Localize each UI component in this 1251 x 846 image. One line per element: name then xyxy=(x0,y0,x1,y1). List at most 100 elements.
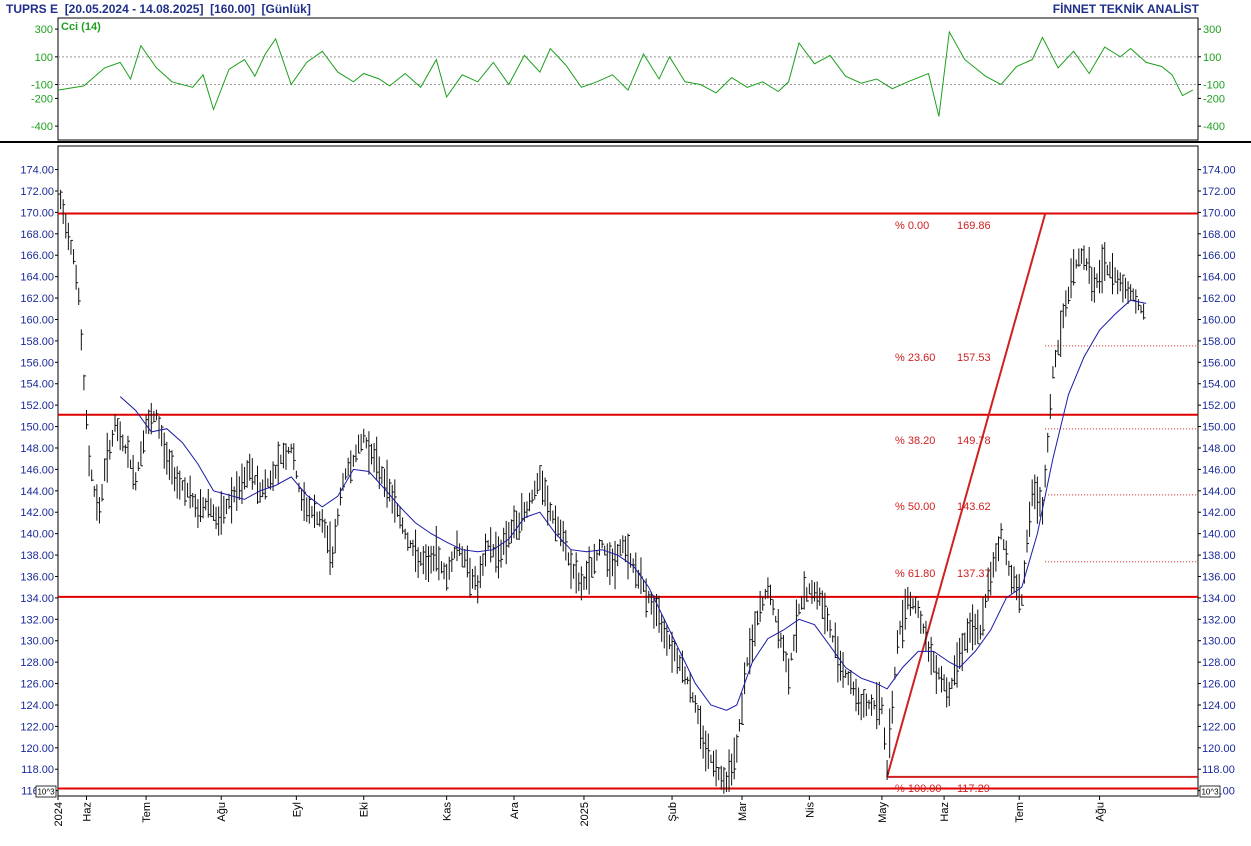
price-tick-left: 126.00 xyxy=(20,679,54,691)
fib-level-value: 157.53 xyxy=(957,352,991,364)
indicator-label: Cci (14) xyxy=(61,21,101,33)
fib-trend-line xyxy=(886,213,1047,778)
x-tick-label: Eyl xyxy=(291,802,303,817)
price-tick-left: 138.00 xyxy=(20,550,54,562)
indicator-tick-right: 100 xyxy=(1203,52,1221,64)
unit-label: 10^3 xyxy=(37,788,55,797)
price-tick-left: 160.00 xyxy=(20,314,54,326)
price-tick-right: 154.00 xyxy=(1202,379,1236,391)
x-tick-label: Mar xyxy=(737,802,749,821)
price-tick-left: 168.00 xyxy=(20,229,54,241)
fib-level-pct: % 23.60 xyxy=(895,352,935,364)
price-tick-left: 150.00 xyxy=(20,422,54,434)
price-tick-left: 146.00 xyxy=(20,464,54,476)
x-tick-label: Ağu xyxy=(216,802,228,822)
indicator-tick-left: -200 xyxy=(31,93,53,105)
price-tick-right: 156.00 xyxy=(1202,357,1236,369)
x-tick-label: May xyxy=(877,802,889,823)
indicator-tick-right: 300 xyxy=(1203,24,1221,36)
price-tick-left: 130.00 xyxy=(20,636,54,648)
price-frame xyxy=(57,145,1199,797)
indicator-tick-left: 100 xyxy=(35,52,53,64)
fib-level-pct: % 100.00 xyxy=(895,783,941,795)
x-tick-label: 2024 xyxy=(53,802,65,826)
price-tick-left: 166.00 xyxy=(20,250,54,262)
x-tick-label: Şub xyxy=(667,802,679,822)
price-tick-right: 122.00 xyxy=(1202,721,1236,733)
price-tick-right: 174.00 xyxy=(1202,165,1236,177)
fib-level-pct: % 0.00 xyxy=(895,220,929,232)
price-tick-left: 118.00 xyxy=(21,764,54,776)
x-tick-label: Haz xyxy=(939,802,951,822)
price-tick-right: 142.00 xyxy=(1202,507,1236,519)
price-tick-right: 144.00 xyxy=(1202,486,1236,498)
date-range-label: [20.05.2024 - 14.08.2025] xyxy=(64,2,204,16)
indicator-frame xyxy=(57,17,1199,141)
price-tick-left: 158.00 xyxy=(20,336,54,348)
price-tick-right: 146.00 xyxy=(1202,464,1236,476)
price-tick-left: 154.00 xyxy=(20,379,54,391)
price-tick-right: 164.00 xyxy=(1202,272,1236,284)
price-tick-right: 172.00 xyxy=(1202,186,1236,198)
price-tick-left: 148.00 xyxy=(20,443,54,455)
price-tick-right: 152.00 xyxy=(1202,400,1236,412)
price-tick-right: 168.00 xyxy=(1202,229,1236,241)
price-tick-right: 134.00 xyxy=(1202,593,1236,605)
price-tick-left: 164.00 xyxy=(20,272,54,284)
period-label: [Günlük] xyxy=(261,2,311,16)
x-tick-label: Kas xyxy=(442,802,454,821)
x-tick-label: Eki xyxy=(359,802,371,817)
price-tick-right: 140.00 xyxy=(1202,529,1236,541)
fib-level-pct: % 38.20 xyxy=(895,435,935,447)
price-tick-left: 152.00 xyxy=(20,400,54,412)
price-tick-right: 126.00 xyxy=(1202,679,1236,691)
price-tick-right: 160.00 xyxy=(1202,314,1236,326)
indicator-tick-left: 300 xyxy=(35,24,53,36)
indicator-tick-left: -100 xyxy=(31,80,53,92)
x-tick-label: Ara xyxy=(509,801,521,819)
x-tick-label: 2025 xyxy=(579,802,591,826)
price-tick-left: 134.00 xyxy=(20,593,54,605)
price-tick-right: 150.00 xyxy=(1202,422,1236,434)
x-tick-label: Nis xyxy=(804,802,816,818)
price-tick-right: 162.00 xyxy=(1202,293,1236,305)
price-tick-right: 136.00 xyxy=(1202,571,1236,583)
x-tick-label: Haz xyxy=(82,802,94,822)
price-tick-right: 138.00 xyxy=(1202,550,1236,562)
fib-level-value: 117.29 xyxy=(957,783,990,795)
price-tick-left: 132.00 xyxy=(20,614,54,626)
price-tick-left: 172.00 xyxy=(20,186,54,198)
fib-level-value: 169.86 xyxy=(957,220,991,232)
indicator-tick-right: -400 xyxy=(1203,121,1225,133)
price-tick-right: 118.00 xyxy=(1202,764,1235,776)
moving-average-line xyxy=(119,299,1147,711)
indicator-tick-right: -100 xyxy=(1203,80,1225,92)
fib-level-pct: % 50.00 xyxy=(895,501,935,513)
indicator-tick-left: -400 xyxy=(31,121,53,133)
price-tick-left: 124.00 xyxy=(20,700,54,712)
price-tick-right: 158.00 xyxy=(1202,336,1236,348)
price-tick-left: 162.00 xyxy=(20,293,54,305)
x-tick-label: Ağu xyxy=(1095,802,1107,822)
fib-level-value: 149.78 xyxy=(957,435,991,447)
chart-window: TUPRS E [20.05.2024 - 14.08.2025] [160.0… xyxy=(0,0,1251,841)
price-tick-left: 170.00 xyxy=(20,207,54,219)
price-tick-right: 166.00 xyxy=(1202,250,1236,262)
price-tick-right: 148.00 xyxy=(1202,443,1236,455)
price-tick-left: 174.00 xyxy=(20,165,54,177)
x-tick-label: Tem xyxy=(141,802,153,823)
price-tick-left: 120.00 xyxy=(20,743,54,755)
price-tick-left: 156.00 xyxy=(20,357,54,369)
brand-label: FİNNET TEKNİK ANALİST xyxy=(1052,2,1199,16)
cci-line xyxy=(57,30,1194,117)
symbol-label: TUPRS E xyxy=(6,2,59,16)
price-tick-left: 140.00 xyxy=(20,529,54,541)
price-tick-left: 128.00 xyxy=(20,657,54,669)
price-tick-left: 122.00 xyxy=(20,721,54,733)
price-tick-right: 170.00 xyxy=(1202,207,1236,219)
price-tick-right: 120.00 xyxy=(1202,743,1236,755)
x-tick-label: Tem xyxy=(1014,802,1026,823)
price-tick-left: 136.00 xyxy=(20,571,54,583)
fib-level-value: 137.37 xyxy=(957,568,991,580)
price-tick-right: 130.00 xyxy=(1202,636,1236,648)
